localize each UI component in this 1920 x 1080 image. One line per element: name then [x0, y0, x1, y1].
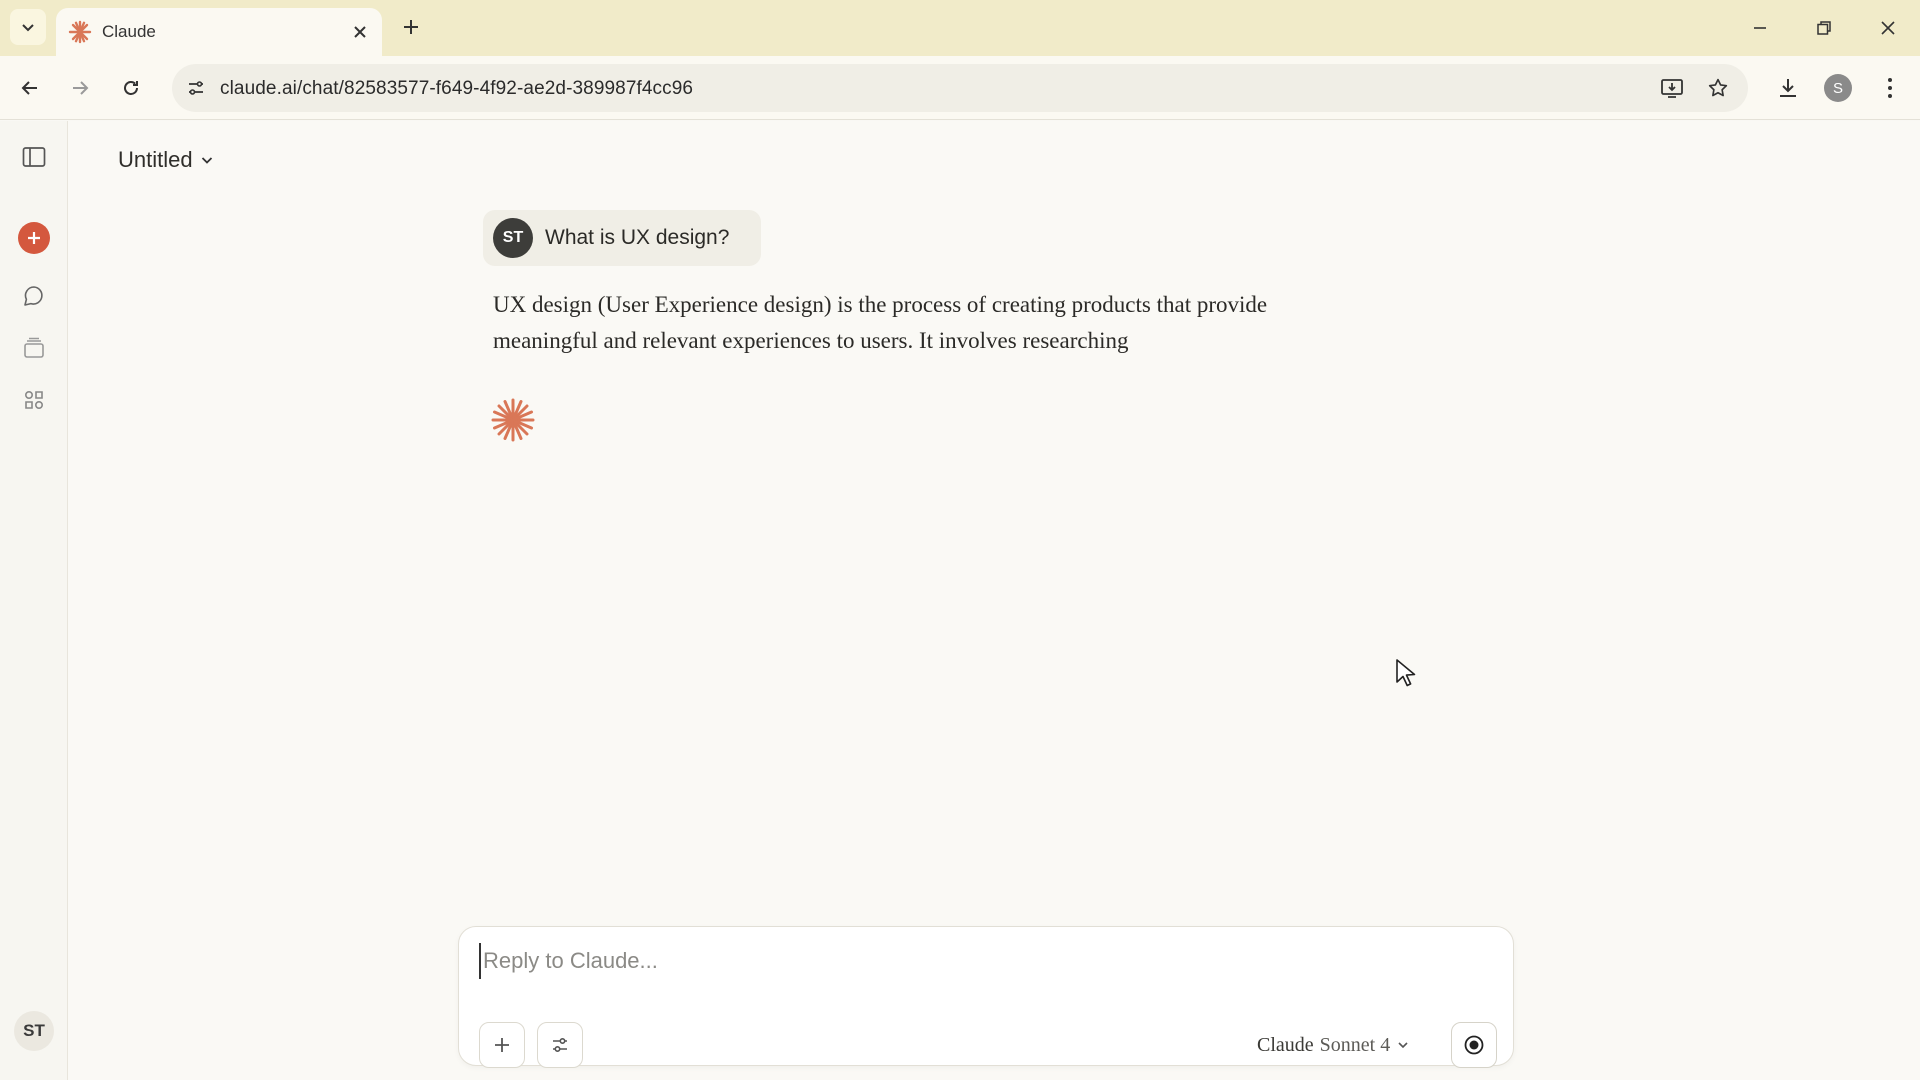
assistant-message: UX design (User Experience design) is th… — [493, 287, 1373, 359]
site-info-button[interactable] — [180, 72, 212, 104]
tab-search-button[interactable] — [10, 9, 46, 45]
model-name: Claude — [1257, 1033, 1314, 1056]
chevron-down-icon — [201, 157, 212, 164]
user-avatar-button[interactable]: ST — [14, 1011, 54, 1051]
add-attachment-button[interactable] — [479, 1022, 525, 1068]
new-chat-circle — [18, 222, 50, 254]
restore-icon — [1817, 21, 1831, 35]
user-message: ST What is UX design? — [483, 210, 762, 266]
claude-spark-icon — [491, 398, 535, 442]
chat-title: Untitled — [118, 147, 193, 172]
profile-button[interactable]: S — [1820, 70, 1856, 106]
install-app-icon — [1661, 79, 1683, 98]
model-selector[interactable]: Claude Sonnet 4 — [1257, 1022, 1410, 1068]
claude-app: ST Untitled ST What is UX design? UX des… — [0, 121, 1920, 1080]
plus-icon — [404, 20, 418, 34]
mouse-pointer-icon — [1396, 659, 1416, 687]
chats-button[interactable] — [14, 276, 54, 316]
sidebar: ST — [0, 121, 68, 1080]
url-text: claude.ai/chat/82583577-f649-4f92-ae2d-3… — [220, 78, 694, 99]
reply-composer: Claude Sonnet 4 — [458, 926, 1514, 1068]
close-icon — [1881, 21, 1895, 35]
back-icon — [21, 81, 37, 95]
sidebar-toggle-icon — [22, 147, 46, 167]
user-message-avatar: ST — [493, 218, 533, 258]
new-chat-button[interactable] — [14, 218, 54, 258]
close-icon — [354, 26, 366, 38]
projects-button[interactable] — [14, 328, 54, 368]
reply-input[interactable] — [479, 943, 1459, 979]
bookmark-star-icon — [1708, 78, 1728, 97]
assistant-message-line: UX design (User Experience design) is th… — [493, 292, 1268, 317]
browser-toolbar: claude.ai/chat/82583577-f649-4f92-ae2d-3… — [0, 56, 1920, 120]
minimize-icon — [1754, 27, 1766, 29]
downloads-button[interactable] — [1770, 70, 1806, 106]
download-icon — [1780, 79, 1796, 97]
profile-avatar: S — [1824, 74, 1852, 102]
assistant-message-line: meaningful and relevant experiences to u… — [493, 328, 1129, 353]
sidebar-toggle-button[interactable] — [14, 137, 54, 177]
bookmark-button[interactable] — [1704, 74, 1732, 102]
reload-icon — [124, 81, 138, 95]
chat-title-button[interactable]: Untitled — [118, 143, 215, 177]
restore-button[interactable] — [1804, 8, 1844, 48]
minimize-button[interactable] — [1740, 8, 1780, 48]
browser-tab-strip: Claude — [0, 0, 1920, 56]
close-window-button[interactable] — [1868, 8, 1908, 48]
tools-sliders-icon — [553, 1037, 567, 1053]
kebab-menu-icon — [1888, 78, 1892, 98]
voice-mode-button[interactable] — [1451, 1022, 1497, 1068]
back-button[interactable] — [12, 70, 48, 106]
site-info-icon — [189, 81, 203, 95]
tools-button[interactable] — [537, 1022, 583, 1068]
voice-icon — [1464, 1035, 1484, 1055]
artifacts-button[interactable] — [14, 380, 54, 420]
user-message-text: What is UX design? — [545, 226, 730, 249]
search-chats-icon — [24, 286, 43, 306]
forward-button[interactable] — [62, 70, 98, 106]
browser-tab-claude[interactable]: Claude — [56, 8, 382, 56]
tab-close-button[interactable] — [348, 20, 372, 44]
address-bar[interactable]: claude.ai/chat/82583577-f649-4f92-ae2d-3… — [172, 64, 1748, 112]
reload-button[interactable] — [113, 70, 149, 106]
tab-title: Claude — [102, 22, 156, 41]
browser-menu-button[interactable] — [1872, 70, 1908, 106]
model-version: Sonnet 4 — [1319, 1033, 1391, 1056]
install-app-button[interactable] — [1658, 74, 1686, 102]
plus-icon — [28, 232, 40, 244]
chevron-down-icon — [1398, 1042, 1408, 1049]
forward-icon — [73, 81, 89, 95]
claude-spark-icon — [68, 20, 92, 44]
chevron-down-icon — [22, 24, 34, 32]
artifacts-icon — [24, 390, 44, 410]
new-tab-button[interactable] — [396, 12, 426, 42]
projects-icon — [24, 337, 44, 358]
plus-icon — [495, 1038, 509, 1052]
